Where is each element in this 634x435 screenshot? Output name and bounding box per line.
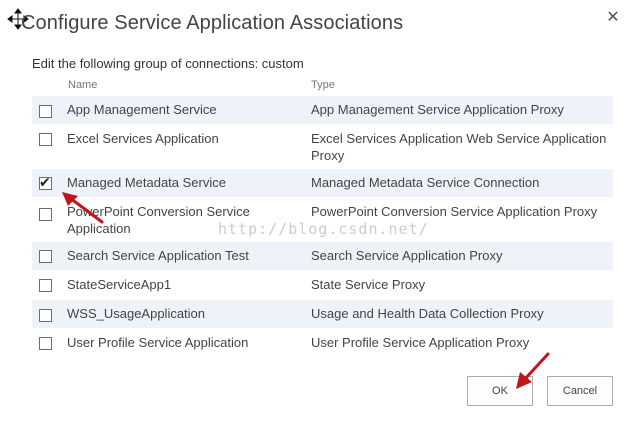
watermark: http://blog.csdn.net/ [218,220,429,238]
service-name: User Profile Service Application [67,335,249,350]
cancel-button[interactable]: Cancel [547,376,613,406]
service-name: WSS_UsageApplication [67,306,206,321]
row-checkbox[interactable] [39,250,52,263]
row-checkbox[interactable] [39,309,52,322]
checkmark-icon: ✔ [39,174,51,190]
row-checkbox-checked[interactable]: ✔ [39,174,52,190]
service-type: App Management Service Application Proxy [311,102,564,117]
service-name: App Management Service [67,102,217,117]
table-row[interactable]: App Management Service App Management Se… [32,96,613,125]
row-checkbox[interactable] [39,208,52,221]
service-name: StateServiceApp1 [67,277,172,292]
row-checkbox[interactable] [39,279,52,292]
service-type: Managed Metadata Service Connection [311,175,540,190]
configure-associations-dialog: Configure Service Application Associatio… [0,0,634,435]
instructions-text: Edit the following group of connections:… [32,56,304,71]
table-row[interactable]: ✔ Managed Metadata Service Managed Metad… [32,169,613,198]
table-row[interactable]: StateServiceApp1 State Service Proxy [32,271,613,300]
service-type: State Service Proxy [311,277,426,292]
service-name: Excel Services Application [67,131,219,146]
row-checkbox[interactable] [39,337,52,350]
table-row[interactable]: WSS_UsageApplication Usage and Health Da… [32,300,613,329]
table-row[interactable]: Excel Services Application Excel Service… [32,125,613,169]
service-type: PowerPoint Conversion Service Applicatio… [311,204,598,219]
row-checkbox[interactable] [39,105,52,118]
service-type: Excel Services Application Web Service A… [311,131,607,163]
close-icon[interactable]: ✕ [604,9,622,27]
column-header-name: Name [68,79,98,91]
row-checkbox[interactable] [39,133,52,146]
column-header-type: Type [311,79,335,91]
service-type: Usage and Health Data Collection Proxy [311,306,544,321]
service-type: Search Service Application Proxy [311,248,503,263]
annotation-arrow-checkbox [62,192,104,224]
dialog-title: Configure Service Application Associatio… [21,12,404,34]
table-header: Name Type [32,75,613,96]
service-name: Search Service Application Test [67,248,249,263]
service-type: User Profile Service Application Proxy [311,335,530,350]
table-row[interactable]: Search Service Application Test Search S… [32,242,613,271]
connections-table: Name Type App Management Service App Man… [32,75,613,358]
annotation-arrow-ok [516,352,550,389]
